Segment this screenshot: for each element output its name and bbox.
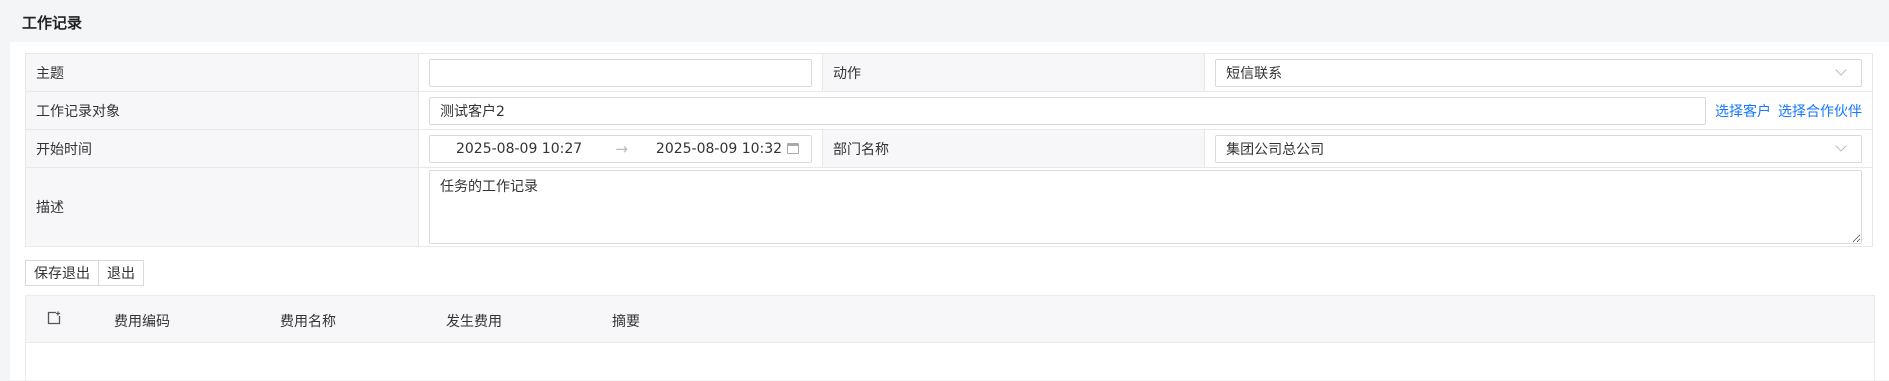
- subject-label: 主题: [25, 53, 419, 92]
- page-title: 工作记录: [22, 14, 83, 32]
- chevron-down-icon: [1835, 64, 1847, 76]
- department-label: 部门名称: [821, 129, 1206, 168]
- column-header-expense-code[interactable]: 费用编码: [114, 311, 170, 331]
- department-value: 集团公司总公司: [1226, 141, 1325, 158]
- start-time-from[interactable]: 2025-08-09 10:27: [456, 141, 587, 157]
- target-label: 工作记录对象: [25, 91, 419, 130]
- chevron-down-icon: [1835, 140, 1847, 152]
- department-select[interactable]: 集团公司总公司: [1215, 134, 1862, 163]
- arrow-right-icon: →: [615, 139, 628, 158]
- expense-table: 费用编码 费用名称 发生费用 摘要: [25, 295, 1875, 381]
- start-time-range-picker[interactable]: 2025-08-09 10:27 → 2025-08-09 10:32: [428, 134, 812, 163]
- column-header-summary[interactable]: 摘要: [612, 311, 640, 331]
- save-exit-button[interactable]: 保存退出: [25, 260, 99, 286]
- action-buttons: 保存退出 退出: [25, 260, 144, 286]
- calendar-icon: [787, 143, 799, 154]
- description-label: 描述: [25, 167, 419, 247]
- start-time-label: 开始时间: [25, 129, 419, 168]
- action-select[interactable]: 短信联系: [1215, 58, 1862, 87]
- target-input[interactable]: 测试客户2: [428, 96, 1706, 125]
- exit-button[interactable]: 退出: [99, 260, 144, 286]
- column-header-expense-amount[interactable]: 发生费用: [446, 311, 502, 331]
- description-textarea[interactable]: [428, 170, 1862, 244]
- expense-table-header: 费用编码 费用名称 发生费用 摘要: [26, 296, 1874, 343]
- subject-input[interactable]: [428, 58, 812, 87]
- action-value: 短信联系: [1226, 65, 1283, 82]
- column-header-expense-name[interactable]: 费用名称: [280, 311, 336, 331]
- select-customer-link[interactable]: 选择客户: [1715, 101, 1771, 121]
- start-time-to[interactable]: 2025-08-09 10:32: [656, 141, 787, 157]
- add-row-icon[interactable]: [47, 311, 61, 325]
- work-record-form: 主题 动作 短信联系 工作记录对象 测试客户2 选择客户 选择合作伙伴 开始时间…: [25, 53, 1874, 247]
- select-partner-link[interactable]: 选择合作伙伴: [1778, 101, 1862, 121]
- action-label: 动作: [821, 53, 1206, 92]
